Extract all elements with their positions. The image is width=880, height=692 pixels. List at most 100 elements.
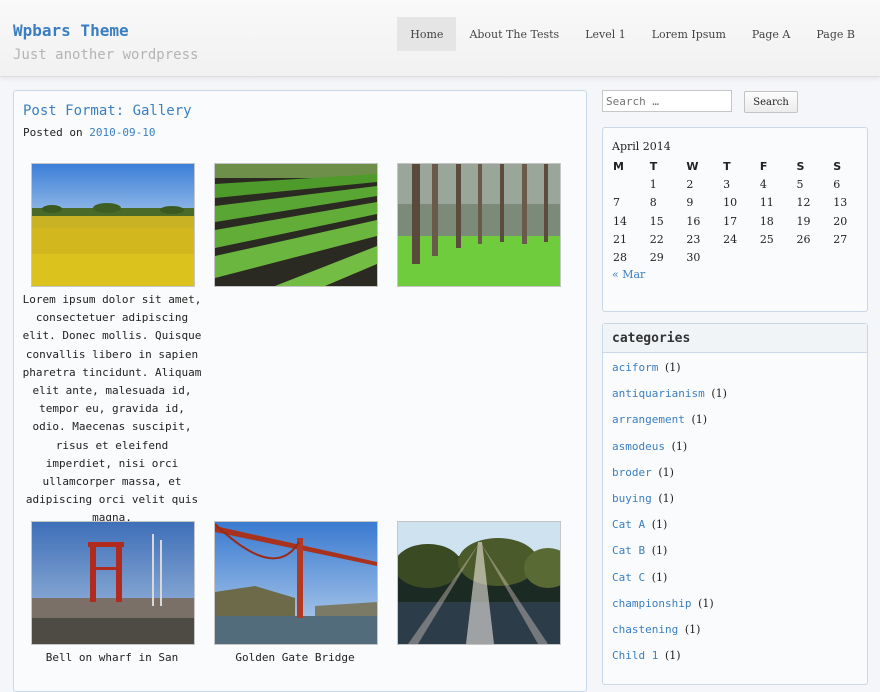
gallery-thumb-crop-rows[interactable]: [214, 163, 378, 287]
list-item: championship (1): [612, 597, 727, 623]
category-link[interactable]: broder: [612, 466, 652, 479]
gallery-thumb-rapeseed-field[interactable]: [31, 163, 195, 287]
calendar-day: 6: [833, 177, 841, 191]
weekday-header: W: [686, 159, 699, 173]
gallery-thumb-wharf-tower[interactable]: [31, 521, 195, 645]
calendar-day: 19: [796, 214, 811, 228]
list-item: buying (1): [612, 492, 727, 518]
list-item: Child 1 (1): [612, 649, 727, 675]
calendar-widget: April 2014 M T W T F S S 1 2 3 4 5 6 7 8…: [602, 127, 868, 312]
categories-header: categories: [603, 324, 867, 353]
rapeseed-field-image: [32, 164, 194, 286]
category-link[interactable]: antiquarianism: [612, 387, 705, 400]
list-item: asmodeus (1): [612, 440, 727, 466]
calendar-day: 1: [649, 177, 657, 191]
calendar-day: 14: [613, 214, 627, 228]
calendar-day: 13: [833, 196, 848, 210]
calendar-caption: April 2014: [612, 140, 671, 153]
category-link[interactable]: arrangement: [612, 413, 685, 426]
category-link[interactable]: asmodeus: [612, 440, 665, 453]
category-count: (1): [684, 622, 701, 636]
sunlit-lake-image: [398, 522, 560, 644]
post-date-link[interactable]: 2010-09-10: [89, 126, 155, 139]
posted-on-label: Posted on: [23, 126, 83, 139]
calendar-day: 22: [649, 232, 664, 246]
categories-widget: categories aciform (1) antiquarianism (1…: [602, 323, 868, 685]
category-count: (1): [664, 649, 681, 663]
list-item: chastening (1): [612, 623, 727, 649]
post-title[interactable]: Post Format: Gallery: [23, 103, 192, 119]
calendar-table: M T W T F S S 1 2 3 4 5 6 7 8 9 10 11 12…: [610, 157, 867, 267]
search-button[interactable]: Search: [744, 91, 798, 113]
weekday-header: T: [649, 159, 658, 173]
categories-list: aciform (1) antiquarianism (1) arrangeme…: [612, 361, 727, 675]
calendar-prev-month-link[interactable]: « Mar: [612, 268, 645, 281]
nav-item-page-b[interactable]: Page B: [803, 17, 868, 51]
crop-rows-image: [215, 164, 377, 286]
category-count: (1): [658, 465, 674, 479]
category-count: (1): [658, 491, 674, 505]
weekday-header: M: [613, 159, 624, 173]
calendar-day: 16: [686, 214, 701, 228]
category-link[interactable]: championship: [612, 597, 691, 610]
calendar-day: 21: [613, 232, 627, 246]
list-item: arrangement (1): [612, 413, 727, 439]
calendar-day: [720, 248, 757, 266]
nav-item-page-a[interactable]: Page A: [739, 17, 803, 51]
category-link[interactable]: chastening: [612, 623, 678, 636]
post-meta: Posted on 2010-09-10: [23, 126, 155, 139]
calendar-day: 15: [649, 214, 664, 228]
calendar-day: 20: [833, 214, 848, 228]
calendar-day: 30: [686, 251, 701, 265]
nav-item-about-the-tests[interactable]: About The Tests: [456, 17, 572, 51]
main-nav: Home About The Tests Level 1 Lorem Ipsum…: [397, 17, 868, 51]
category-count: (1): [691, 413, 708, 427]
category-link[interactable]: Cat A: [612, 518, 645, 531]
calendar-day: 2: [686, 177, 694, 191]
calendar-day: 26: [796, 232, 811, 246]
list-item: Cat C (1): [612, 571, 727, 597]
site-title[interactable]: Wpbars Theme: [13, 21, 129, 40]
categories-title: categories: [612, 331, 691, 346]
category-count: (1): [698, 596, 714, 610]
calendar-day: 8: [649, 196, 657, 210]
category-link[interactable]: Cat B: [612, 544, 645, 557]
list-item: Cat B (1): [612, 544, 727, 570]
calendar-day: [757, 248, 794, 266]
gallery-thumb-sunlit-lake[interactable]: [397, 521, 561, 645]
category-count: (1): [711, 387, 727, 401]
calendar-day: [794, 248, 831, 266]
calendar-day: 7: [613, 196, 620, 210]
calendar-day: 25: [759, 232, 774, 246]
calendar-day: 11: [759, 196, 774, 210]
weekday-header: T: [723, 159, 731, 173]
calendar-day: 27: [833, 232, 848, 246]
gallery-thumb-pine-forest[interactable]: [397, 163, 561, 287]
category-count: (1): [671, 439, 688, 453]
search-input[interactable]: [602, 90, 732, 112]
site-description: Just another wordpress: [13, 47, 199, 63]
category-link[interactable]: buying: [612, 492, 652, 505]
category-link[interactable]: Cat C: [612, 571, 645, 584]
category-link[interactable]: aciform: [612, 361, 658, 374]
calendar-day: 24: [723, 232, 738, 246]
pine-forest-image: [398, 164, 560, 286]
calendar-day: 28: [613, 251, 627, 265]
gallery-caption: Lorem ipsum dolor sit amet, consectetuer…: [22, 293, 202, 525]
nav-item-lorem-ipsum[interactable]: Lorem Ipsum: [639, 17, 739, 51]
weekday-header: F: [759, 159, 768, 173]
category-link[interactable]: Child 1: [612, 649, 658, 662]
site-header: Wpbars Theme Just another wordpress Home…: [0, 0, 880, 77]
category-count: (1): [664, 361, 681, 374]
weekday-header: S: [796, 159, 805, 173]
category-count: (1): [651, 544, 668, 558]
calendar-day: 17: [723, 214, 738, 228]
calendar-day: 18: [759, 214, 774, 228]
list-item: broder (1): [612, 466, 727, 492]
list-item: aciform (1): [612, 361, 727, 387]
calendar-day: 10: [723, 196, 738, 210]
calendar-day: 23: [686, 232, 701, 246]
nav-item-level-1[interactable]: Level 1: [572, 17, 639, 51]
gallery-thumb-golden-gate-bridge[interactable]: [214, 521, 378, 645]
nav-item-home[interactable]: Home: [397, 17, 457, 51]
